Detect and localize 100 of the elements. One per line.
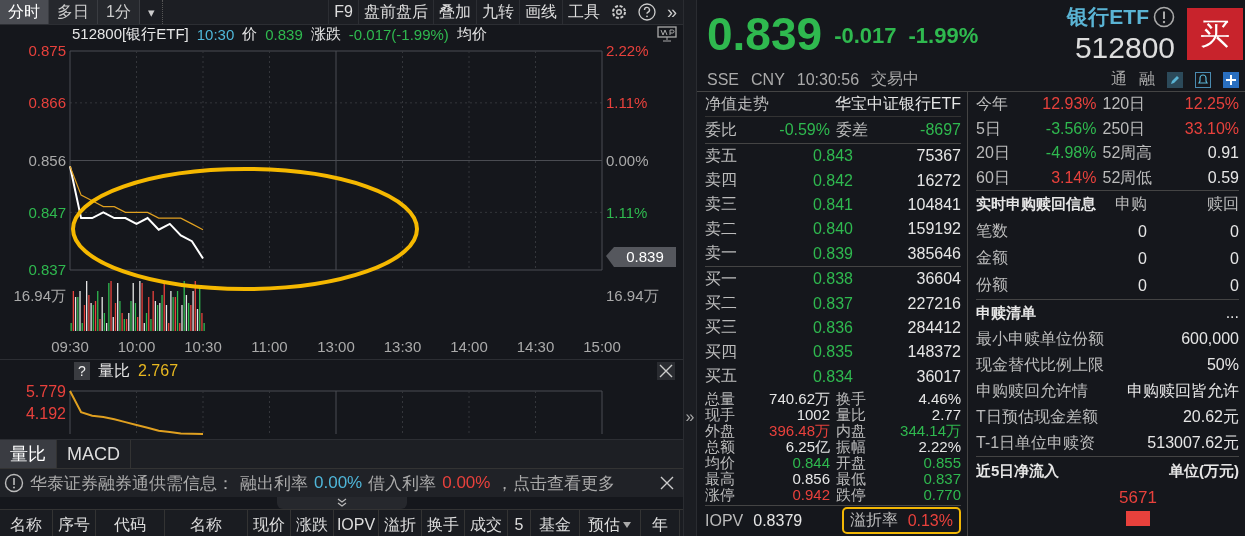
- axis-label: 2.22%: [606, 43, 649, 60]
- order-level-label: 卖二: [705, 218, 738, 239]
- column-header[interactable]: 预估: [580, 510, 641, 536]
- help-icon[interactable]: [638, 3, 656, 21]
- pencil-icon[interactable]: [1167, 71, 1183, 88]
- column-header[interactable]: 换手: [422, 510, 465, 536]
- period-return: 3.14%: [1050, 167, 1097, 188]
- stat-label: 量比: [836, 406, 866, 423]
- monitor-icon[interactable]: [657, 26, 677, 42]
- column-header[interactable]: 现价: [248, 510, 291, 536]
- column-header[interactable]: IOPV: [334, 510, 379, 536]
- plus-icon[interactable]: [1223, 71, 1239, 88]
- stat-label: 内盘: [836, 422, 866, 439]
- table-cell-text: 0: [1137, 276, 1147, 295]
- row-value: 20.62元: [1182, 406, 1239, 427]
- row-label: 申购赎回允许情: [976, 380, 1088, 401]
- stat-label: 总量: [705, 390, 735, 407]
- stat-value: 1002: [795, 406, 830, 423]
- time-label: 10:30: [196, 25, 235, 43]
- axis-label: 10:00: [117, 338, 156, 355]
- stat-label: 总额: [705, 438, 735, 455]
- column-header[interactable]: 名称: [0, 510, 53, 536]
- buy-button[interactable]: 买: [1187, 8, 1243, 60]
- price-change: -0.017: [834, 23, 897, 49]
- order-level-label: 卖四: [705, 170, 738, 191]
- stat-value: 2.77: [930, 406, 961, 423]
- stat-label: 现手: [705, 406, 735, 423]
- column-header[interactable]: 溢折: [379, 510, 422, 536]
- timeframe-tab[interactable]: 分时: [0, 0, 49, 24]
- expand-button[interactable]: »: [685, 408, 695, 426]
- more-link[interactable]: ，点击查看更多: [496, 471, 616, 495]
- stat-label: 外盘: [705, 422, 735, 439]
- column-header[interactable]: 涨跌: [291, 510, 334, 536]
- axis-label: 13:30: [383, 338, 422, 355]
- indicator-tab[interactable]: 量比: [0, 440, 57, 468]
- help-button[interactable]: ?: [74, 362, 90, 380]
- period-return: 33.10%: [1183, 118, 1239, 139]
- symbol-label: 512800[银行ETF]: [72, 24, 189, 44]
- lend-rate-value: 0.00%: [314, 473, 363, 493]
- order-level-label: 买二: [705, 293, 738, 314]
- dropdown-button[interactable]: ▾: [139, 0, 164, 24]
- row-label: T-1日单位申赎资: [976, 432, 1096, 453]
- column-header[interactable]: 年: [641, 510, 680, 536]
- more-button[interactable]: »: [661, 0, 683, 24]
- axis-label: 14:00: [450, 338, 488, 355]
- order-level-label: 买四: [705, 341, 738, 362]
- timeframe-tab[interactable]: 1分: [98, 0, 140, 24]
- column-header[interactable]: 成交: [465, 510, 508, 536]
- toolbar-button[interactable]: 工具: [562, 0, 605, 24]
- period-label: 5日: [976, 118, 1002, 139]
- stat-label: 振幅: [836, 438, 866, 455]
- column-header[interactable]: 名称: [165, 510, 248, 536]
- trading-status: 交易中: [871, 69, 920, 89]
- stat-value: 740.62万: [768, 390, 830, 407]
- premium-label: 溢折率: [849, 510, 898, 531]
- column-header[interactable]: 5: [508, 510, 531, 536]
- nav-trend-label[interactable]: 净值走势: [705, 93, 769, 115]
- order-price: 0.837: [811, 294, 854, 313]
- order-price: 0.842: [811, 171, 854, 190]
- column-header[interactable]: 代码: [96, 510, 165, 536]
- close-button[interactable]: [659, 475, 675, 491]
- order-volume: 148372: [906, 343, 961, 362]
- stat-label: 委比: [705, 119, 737, 140]
- axis-label: 16.94万: [13, 287, 66, 304]
- axis-label: 10:30: [184, 338, 222, 355]
- toolbar-button[interactable]: F9: [328, 0, 358, 24]
- toolbar-button[interactable]: 叠加: [433, 0, 476, 24]
- toolbar-button[interactable]: 盘前盘后: [358, 0, 433, 24]
- axis-label: 15:00: [583, 338, 621, 355]
- stat-value: 344.14万: [899, 422, 961, 439]
- price-value: 0.839: [265, 25, 303, 43]
- toolbar-button[interactable]: 画线: [519, 0, 562, 24]
- table-cell-text: 0: [1137, 249, 1147, 268]
- price-label: 价: [242, 24, 258, 44]
- row-label: 笔数: [976, 221, 1009, 241]
- order-volume: 284412: [906, 318, 961, 337]
- row-value: 50%: [1206, 356, 1239, 374]
- inflow-value: 5671: [1119, 488, 1157, 507]
- caret-icon[interactable]: [622, 521, 632, 529]
- fund-name: 银行ETF: [1067, 4, 1149, 30]
- info-icon[interactable]: [1153, 6, 1175, 28]
- axis-label: 5.779: [25, 382, 66, 400]
- settings-icon[interactable]: [610, 3, 628, 21]
- order-price: 0.835: [811, 343, 854, 362]
- axis-label: 0.856: [28, 151, 66, 169]
- stat-value: 396.48万: [768, 422, 830, 439]
- more-button[interactable]: ...: [1225, 304, 1239, 322]
- order-volume: 36017: [915, 367, 961, 386]
- lend-rate-label: 融出利率: [240, 472, 308, 495]
- column-header[interactable]: 序号: [53, 510, 96, 536]
- section-title: 申赎清单: [976, 303, 1036, 323]
- close-button[interactable]: [657, 362, 675, 380]
- stat-value: 6.25亿: [784, 438, 830, 455]
- period-label: 52周高: [1102, 143, 1153, 163]
- row-label: T日预估现金差额: [976, 406, 1098, 427]
- toolbar-button[interactable]: 九转: [476, 0, 519, 24]
- timeframe-tab[interactable]: 多日: [49, 0, 98, 24]
- bell-icon[interactable]: [1195, 71, 1211, 88]
- column-header[interactable]: 基金: [531, 510, 580, 536]
- period-return: -3.56%: [1044, 118, 1097, 139]
